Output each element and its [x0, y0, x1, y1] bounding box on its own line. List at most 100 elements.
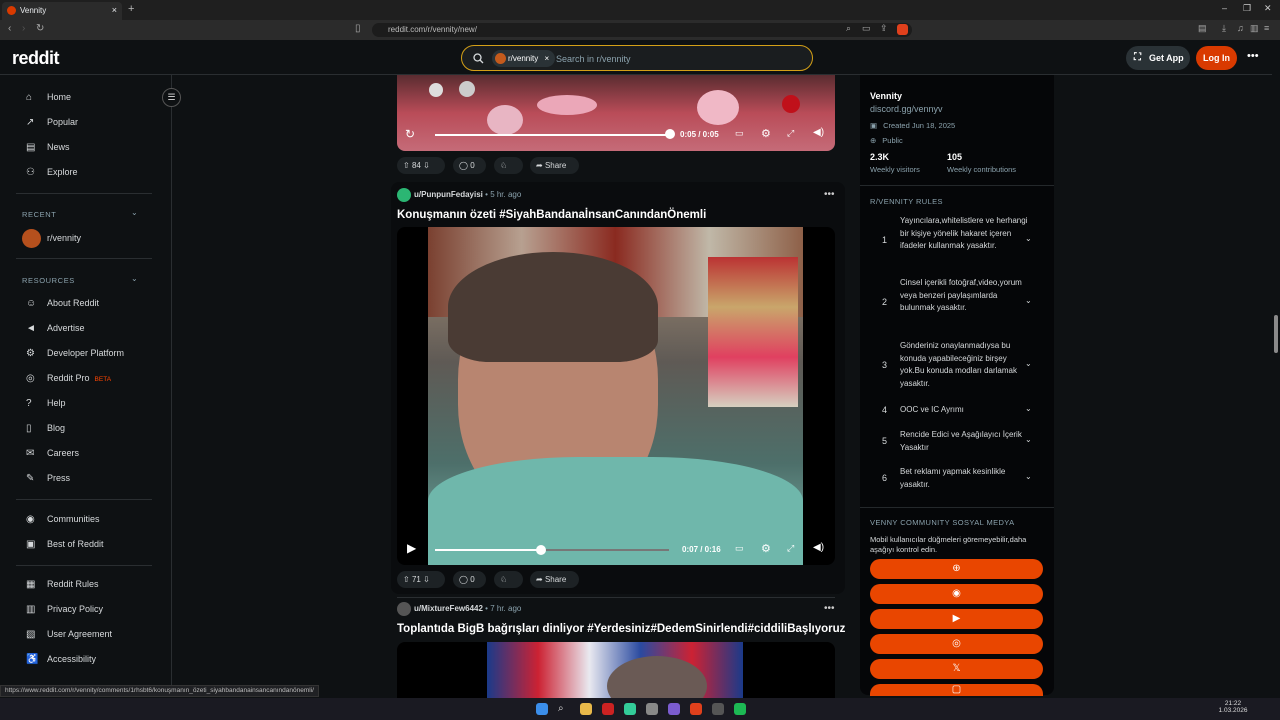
spotify-icon[interactable] [734, 703, 746, 715]
screen-icon[interactable]: ▭ [862, 23, 871, 34]
browser-tab[interactable]: Vennity × [2, 2, 122, 20]
recent-header[interactable]: RECENT [22, 210, 56, 219]
downvote-icon[interactable]: ⇩ [423, 575, 430, 584]
captions-icon[interactable]: ▭ [735, 128, 744, 139]
youtube-button[interactable]: ▶ [870, 609, 1043, 629]
zoom-icon[interactable]: ⌕ [846, 23, 851, 34]
restore-window-button[interactable]: ❐ [1243, 3, 1251, 14]
nav-advertise[interactable]: ◄ Advertise [26, 323, 156, 339]
new-tab-button[interactable]: + [128, 3, 134, 15]
clock[interactable]: 21:22 1.03.2026 [1218, 700, 1248, 714]
nav-help[interactable]: ? Help [26, 398, 156, 414]
brave-shield-icon[interactable] [897, 24, 908, 35]
discord-button[interactable]: ◉ [870, 584, 1043, 604]
rule-item[interactable]: 4 OOC ve IC Ayrımı ⌄ [870, 404, 1046, 418]
share-button[interactable]: ➦ Share [530, 157, 579, 174]
collapse-nav-button[interactable]: ☰ [162, 88, 181, 107]
rule-item[interactable]: 5 Rencide Edici ve Aşağılayıcı İçerik Yas… [870, 429, 1046, 456]
volume-icon[interactable]: ◀) [813, 542, 824, 553]
progress-handle[interactable] [536, 545, 546, 555]
post-author[interactable]: u/MixtureFew6442 [414, 604, 483, 613]
post-author[interactable]: u/PunpunFedayisi [414, 190, 483, 199]
nav-careers[interactable]: ✉ Careers [26, 448, 156, 464]
nav-reddit-rules[interactable]: ▦ Reddit Rules [26, 579, 156, 595]
fullscreen-icon[interactable]: ⤢ [787, 543, 794, 554]
nav-popular[interactable]: ↗ Popular [26, 117, 156, 133]
post-title[interactable]: Konuşmanın özeti #SiyahBandanaİnsanCanın… [397, 209, 706, 221]
more-options-icon[interactable]: ••• [1247, 50, 1259, 62]
chevron-down-icon[interactable]: ⌄ [131, 208, 138, 217]
close-window-button[interactable]: ✕ [1264, 3, 1272, 14]
brave-taskbar-icon[interactable] [690, 703, 702, 715]
play-icon[interactable]: ▶ [407, 541, 416, 555]
chevron-down-icon[interactable]: ⌄ [1025, 404, 1032, 413]
video-player[interactable]: ↻ 0:05 / 0:05 ▭ ⚙ ⤢ ◀) [397, 75, 835, 151]
minimize-window-button[interactable]: – [1222, 3, 1227, 13]
post-title[interactable]: Toplantıda BigB bağrışları dinliyor #Yer… [397, 623, 845, 635]
post-options-icon[interactable]: ••• [824, 603, 835, 614]
replay-icon[interactable]: ↻ [405, 127, 415, 141]
website-button[interactable]: ⊕ [870, 559, 1043, 579]
comments-button[interactable]: ◯ 0 [453, 571, 486, 588]
community-link[interactable]: discord.gg/vennyv [870, 104, 943, 114]
captions-icon[interactable]: ▭ [735, 543, 744, 554]
upvote-icon[interactable]: ⇧ [403, 161, 410, 170]
instagram-button[interactable]: ◎ [870, 634, 1043, 654]
nav-user-agreement[interactable]: ▧ User Agreement [26, 629, 156, 645]
award-button[interactable]: ♘ [494, 157, 523, 174]
menu-icon[interactable]: ≡ [1264, 23, 1269, 33]
chevron-down-icon[interactable]: ⌄ [1025, 296, 1032, 305]
nav-home[interactable]: ⌂ Home [26, 92, 156, 108]
search-input[interactable]: r/vennity × Search in r/vennity [461, 45, 813, 71]
nav-recent-vennity[interactable]: r/vennity [22, 229, 152, 249]
app-a-icon[interactable] [602, 703, 614, 715]
page-scrollbar[interactable] [1272, 40, 1280, 690]
progress-bar[interactable] [435, 134, 669, 136]
nav-explore[interactable]: ⚇ Explore [26, 167, 156, 183]
app-icon[interactable] [712, 703, 724, 715]
url-field[interactable]: reddit.com/r/vennity/new/ [372, 23, 912, 37]
nav-reddit-pro[interactable]: ◎ Reddit Pro BETA [26, 373, 156, 389]
chevron-down-icon[interactable]: ⌄ [1025, 472, 1032, 481]
panel-icon[interactable]: ▥ [1250, 23, 1259, 34]
back-icon[interactable]: ‹ [8, 23, 11, 34]
progress-handle[interactable] [665, 129, 675, 139]
nav-press[interactable]: ✎ Press [26, 473, 156, 489]
nav-privacy-policy[interactable]: ▥ Privacy Policy [26, 604, 156, 620]
media-icon[interactable]: ♫ [1237, 23, 1244, 33]
progress-bar[interactable] [435, 549, 669, 551]
reddit-logo[interactable]: reddit [12, 48, 60, 69]
nav-blog[interactable]: ▯ Blog [26, 423, 156, 439]
start-icon[interactable] [536, 703, 548, 715]
downloads-icon[interactable]: ⤓ [1222, 23, 1226, 34]
reload-icon[interactable]: ↻ [36, 23, 44, 34]
chevron-down-icon[interactable]: ⌄ [1025, 435, 1032, 444]
upvote-icon[interactable]: ⇧ [403, 575, 410, 584]
nav-communities[interactable]: ◉ Communities [26, 514, 156, 530]
rule-item[interactable]: 1 Yayıncılara,whitelistlere ve herhangi b… [870, 215, 1046, 267]
nav-news[interactable]: ▤ News [26, 142, 156, 158]
remove-scope-icon[interactable]: × [544, 54, 549, 63]
video-player[interactable]: ▶ 0:07 / 0:16 ▭ ⚙ ⤢ ◀) [397, 227, 835, 565]
chrome-icon[interactable] [624, 703, 636, 715]
twitch-button[interactable]: ▢ [870, 684, 1043, 696]
chevron-down-icon[interactable]: ⌄ [1025, 234, 1032, 243]
chevron-down-icon[interactable]: ⌄ [1025, 359, 1032, 368]
nav-accessibility[interactable]: ♿ Accessibility [26, 654, 156, 670]
share-page-icon[interactable]: ⇪ [880, 23, 888, 34]
vote-control[interactable]: ⇧ 84 ⇩ [397, 157, 445, 174]
settings-icon[interactable]: ⚙ [761, 127, 771, 140]
nav-best-of-reddit[interactable]: ▣ Best of Reddit [26, 539, 156, 555]
share-button[interactable]: ➦ Share [530, 571, 579, 588]
comments-button[interactable]: ◯ 0 [453, 157, 486, 174]
rule-item[interactable]: 6 Bet reklamı yapmak kesinlikle yasaktır.… [870, 466, 1046, 493]
close-tab-icon[interactable]: × [112, 5, 117, 15]
search-taskbar-icon[interactable]: ⌕ [558, 703, 570, 715]
x-button[interactable]: 𝕏 [870, 659, 1043, 679]
fullscreen-icon[interactable]: ⤢ [787, 128, 794, 139]
post-options-icon[interactable]: ••• [824, 189, 835, 200]
rule-item[interactable]: 3 Gönderiniz onaylanmadıysa bu konuda yap… [870, 340, 1046, 392]
nav-developer-platform[interactable]: ⚙ Developer Platform [26, 348, 156, 364]
login-button[interactable]: Log In [1196, 46, 1237, 70]
file-explorer-icon[interactable] [580, 703, 592, 715]
